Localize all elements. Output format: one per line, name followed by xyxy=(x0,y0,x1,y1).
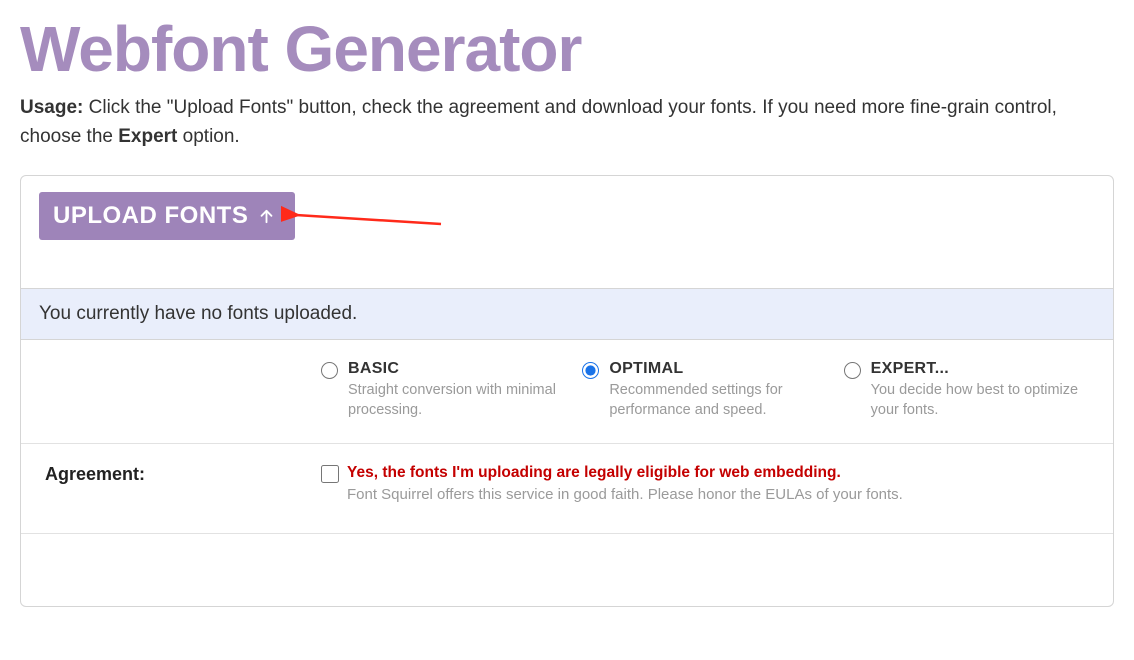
radio-expert[interactable] xyxy=(844,362,861,379)
upload-fonts-button[interactable]: UPLOAD FONTS xyxy=(39,192,295,240)
option-optimal: OPTIMAL Recommended settings for perform… xyxy=(582,360,827,420)
upload-icon xyxy=(258,208,275,225)
option-expert: EXPERT... You decide how best to optimiz… xyxy=(844,360,1089,420)
radio-optimal[interactable] xyxy=(582,362,599,379)
radio-basic[interactable] xyxy=(321,362,338,379)
status-message: You currently have no fonts uploaded. xyxy=(21,288,1113,340)
agreement-checkbox-text: Yes, the fonts I'm uploading are legally… xyxy=(347,464,903,482)
option-basic-label: BASIC xyxy=(348,360,566,378)
option-expert-label: EXPERT... xyxy=(871,360,1089,378)
agreement-row: Agreement: Yes, the fonts I'm uploading … xyxy=(21,444,1113,534)
generator-panel: UPLOAD FONTS You currently have no fonts… xyxy=(20,175,1114,606)
upload-button-label: UPLOAD FONTS xyxy=(53,202,248,230)
annotation-arrow-icon xyxy=(281,204,446,234)
conversion-options-row: BASIC Straight conversion with minimal p… xyxy=(21,340,1113,443)
agreement-checkbox[interactable] xyxy=(321,465,339,483)
option-optimal-desc: Recommended settings for performance and… xyxy=(609,381,827,420)
page-title: Webfont Generator xyxy=(20,14,1114,84)
usage-paragraph: Usage: Click the "Upload Fonts" button, … xyxy=(20,94,1114,151)
agreement-sub-text: Font Squirrel offers this service in goo… xyxy=(347,486,903,503)
option-expert-desc: You decide how best to optimize your fon… xyxy=(871,381,1089,420)
usage-label: Usage: xyxy=(20,97,83,118)
panel-footer-spacer xyxy=(21,534,1113,606)
agreement-heading: Agreement: xyxy=(45,464,305,503)
option-basic: BASIC Straight conversion with minimal p… xyxy=(321,360,566,420)
upload-section: UPLOAD FONTS xyxy=(21,176,1113,288)
option-basic-desc: Straight conversion with minimal process… xyxy=(348,381,566,420)
usage-text-2: option. xyxy=(177,126,239,147)
option-optimal-label: OPTIMAL xyxy=(609,360,827,378)
usage-expert-word: Expert xyxy=(118,126,177,147)
